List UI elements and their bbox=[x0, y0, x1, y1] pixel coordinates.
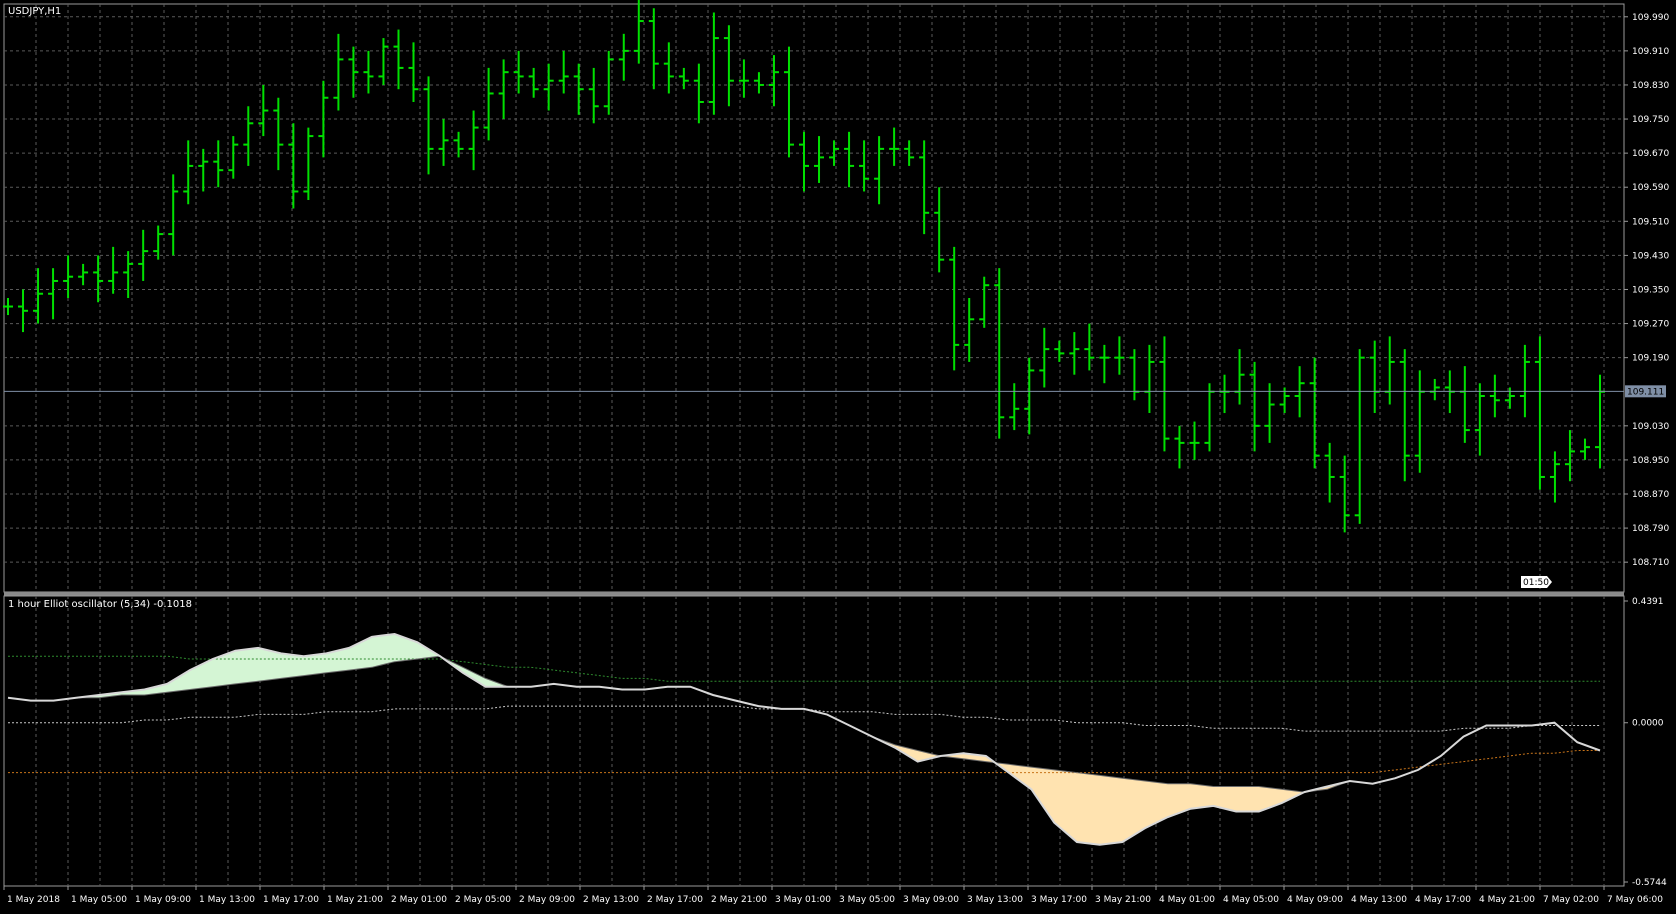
time-tick-label: 2 May 09:00 bbox=[519, 895, 575, 905]
time-tick-label: 2 May 05:00 bbox=[455, 895, 511, 905]
time-tick-label: 1 May 2018 bbox=[7, 895, 60, 905]
time-tick-label: 2 May 17:00 bbox=[647, 895, 703, 905]
oscillator-tick-label: 0.4391 bbox=[1632, 597, 1664, 607]
current-price-tag: 109.111 bbox=[1625, 385, 1666, 398]
chart-canvas[interactable]: USDJPY,H1 109.990109.910109.830109.75010… bbox=[0, 0, 1676, 910]
time-tick-label: 3 May 13:00 bbox=[967, 895, 1023, 905]
time-tick-label: 7 May 06:00 bbox=[1607, 895, 1663, 905]
countdown-label: 01:50 bbox=[1523, 578, 1549, 588]
price-tick-label: 109.350 bbox=[1632, 285, 1669, 295]
price-tick-label: 109.830 bbox=[1632, 81, 1669, 91]
price-tick-label: 109.670 bbox=[1632, 149, 1669, 159]
time-tick-label: 2 May 21:00 bbox=[711, 895, 767, 905]
time-tick-label: 3 May 21:00 bbox=[1095, 895, 1151, 905]
price-tick-label: 109.190 bbox=[1632, 354, 1669, 364]
price-tick-label: 109.910 bbox=[1632, 47, 1669, 57]
time-axis: 1 May 2018 1 May 05:00 1 May 09:00 1 May 13… bbox=[3, 886, 1663, 905]
price-tick-label: 109.430 bbox=[1632, 251, 1669, 261]
oscillator-title: 1 hour Elliot oscillator (5,34) -0.1018 bbox=[8, 599, 192, 610]
time-tick-label: 7 May 02:00 bbox=[1543, 895, 1599, 905]
time-tick-label: 1 May 09:00 bbox=[135, 895, 191, 905]
time-tick-label: 4 May 17:00 bbox=[1415, 895, 1471, 905]
price-tick-label: 109.750 bbox=[1632, 115, 1669, 125]
time-tick-label: 4 May 13:00 bbox=[1351, 895, 1407, 905]
time-tick-label: 4 May 21:00 bbox=[1479, 895, 1535, 905]
price-tick-label: 109.270 bbox=[1632, 320, 1669, 330]
time-tick-label: 1 May 17:00 bbox=[263, 895, 319, 905]
countdown-tag: 01:50 bbox=[1521, 576, 1552, 588]
price-tick-label: 109.510 bbox=[1632, 217, 1669, 227]
price-tick-label: 108.710 bbox=[1632, 558, 1669, 568]
price-panel bbox=[3, 3, 1625, 593]
time-tick-label: 3 May 17:00 bbox=[1031, 895, 1087, 905]
price-tick-label: 108.870 bbox=[1632, 490, 1669, 500]
time-tick-label: 1 May 21:00 bbox=[327, 895, 383, 905]
oscillator-panel bbox=[3, 595, 1625, 887]
current-price-label: 109.111 bbox=[1627, 387, 1664, 397]
time-tick-label: 3 May 09:00 bbox=[903, 895, 959, 905]
price-tick-label: 109.590 bbox=[1632, 183, 1669, 193]
price-tick-label: 109.990 bbox=[1632, 13, 1669, 23]
time-tick-label: 3 May 05:00 bbox=[839, 895, 895, 905]
time-tick-label: 3 May 01:00 bbox=[775, 895, 831, 905]
price-tick-label: 108.950 bbox=[1632, 456, 1669, 466]
chart-window[interactable]: USDJPY,H1 109.990 109.910 109.830 109.750 10… bbox=[0, 0, 1676, 910]
time-tick-label: 4 May 01:00 bbox=[1159, 895, 1215, 905]
price-tick-label: 108.790 bbox=[1632, 524, 1669, 534]
time-tick-label: 4 May 09:00 bbox=[1287, 895, 1343, 905]
time-tick-label: 1 May 13:00 bbox=[199, 895, 255, 905]
oscillator-tick-label: 0.0000 bbox=[1632, 719, 1664, 729]
price-tick-label: 109.030 bbox=[1632, 422, 1669, 432]
oscillator-axis: 0.4391 0.0000 -0.5744 bbox=[1624, 597, 1667, 888]
panel-separator[interactable] bbox=[4, 592, 1624, 596]
oscillator-tick-label: -0.5744 bbox=[1632, 878, 1667, 888]
time-tick-label: 2 May 13:00 bbox=[583, 895, 639, 905]
price-axis: 109.990 109.910 109.830 109.750 109.670 109.5… bbox=[1624, 13, 1669, 568]
time-tick-label: 4 May 05:00 bbox=[1223, 895, 1279, 905]
time-tick-label: 1 May 05:00 bbox=[71, 895, 127, 905]
time-tick-label: 2 May 01:00 bbox=[391, 895, 447, 905]
chart-title: USDJPY,H1 bbox=[8, 6, 61, 17]
